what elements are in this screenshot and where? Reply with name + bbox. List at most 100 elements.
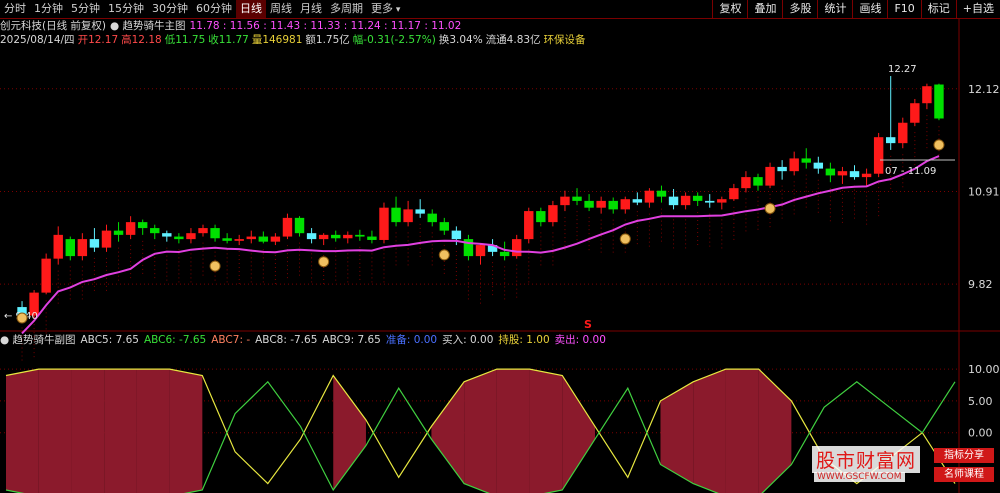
candle-body-28: [355, 234, 365, 237]
abc5-value: ABC5: 7.65: [80, 334, 139, 346]
high-mark: 12.27: [888, 64, 917, 75]
candle-body-2: [41, 258, 51, 293]
osc-area-16: [529, 369, 563, 493]
candle-body-19: [246, 236, 256, 240]
candle-body-16: [210, 228, 220, 239]
candle-body-68: [837, 171, 848, 176]
candles: [17, 76, 944, 362]
abc6-value: ABC6: -7.65: [143, 334, 207, 346]
zhunbei-value: 准备: 0.00: [385, 334, 438, 346]
candle-body-49: [608, 200, 618, 210]
osc-area-4: [136, 369, 170, 493]
candle-body-45: [560, 196, 570, 206]
candle-body-52: [644, 190, 655, 203]
candle-body-43: [536, 211, 546, 223]
osc-area-20: [660, 381, 694, 484]
candle-body-71: [873, 137, 884, 174]
candle-body-61: [753, 177, 763, 186]
sell-value: 卖出: 0.00: [554, 334, 606, 346]
abc7-value: ABC7: -: [211, 334, 251, 346]
candle-body-54: [668, 196, 679, 206]
osc-area-23: [758, 369, 792, 493]
price-tick-0: 12.12: [968, 83, 1000, 96]
teacher-course-badge[interactable]: 名师课程: [934, 467, 994, 482]
candle-body-62: [765, 166, 775, 186]
candle-body-3: [53, 234, 63, 259]
osc-tick-2: 0.00: [968, 427, 993, 440]
candle-body-31: [391, 207, 401, 223]
money-bag-icon-4: [619, 233, 631, 245]
sub-indicator-title[interactable]: ● 趋势骑牛副图: [0, 333, 76, 347]
candle-body-26: [331, 234, 341, 239]
price-tick-2: 9.82: [968, 278, 993, 291]
indicator-share-badge[interactable]: 指标分享: [934, 448, 994, 463]
candle-body-67: [825, 168, 836, 176]
candle-body-30: [379, 207, 389, 240]
money-bag-icon-3: [438, 249, 450, 261]
candle-body-20: [258, 236, 269, 242]
candle-body-38: [475, 245, 486, 257]
candle-body-50: [620, 199, 630, 210]
candle-body-75: [922, 86, 932, 104]
candle-body-41: [511, 239, 522, 257]
osc-area-14: [464, 369, 497, 493]
candle-body-48: [596, 200, 606, 208]
candle-body-32: [403, 209, 413, 223]
candle-body-18: [234, 239, 244, 241]
money-bag-icon-5: [764, 202, 776, 214]
osc-area-13: [431, 381, 465, 484]
money-bag-icon-2: [318, 256, 330, 268]
candle-body-73: [898, 122, 908, 144]
candle-body-36: [451, 230, 462, 240]
candle-body-4: [65, 239, 75, 257]
osc-tick-0: 10.00: [968, 363, 1000, 376]
candle-body-24: [306, 233, 317, 240]
candle-body-12: [162, 233, 172, 237]
osc-area-3: [104, 369, 137, 493]
candle-body-6: [89, 239, 100, 248]
candle-body-42: [524, 211, 534, 240]
buy-value: 买入: 0.00: [442, 334, 494, 346]
osc-area-17: [562, 375, 596, 490]
money-bag-icon-1: [209, 260, 221, 272]
watermark-title: 股市财富网: [812, 446, 921, 473]
money-bag-icon-6: [933, 139, 945, 151]
s-mark: S: [584, 318, 592, 331]
ma-path: [21, 155, 940, 335]
candle-body-35: [439, 222, 450, 231]
candle-body-66: [813, 162, 824, 169]
chart-marks: 12.27← 9.4007 - 11.09S: [4, 64, 955, 331]
candle-body-76: [934, 84, 944, 119]
ma-mark: 07 - 11.09: [885, 166, 936, 177]
candle-body-55: [680, 195, 691, 206]
kline-chart[interactable]: 12.27← 9.4007 - 11.09S 12.1210.919.8210.…: [0, 0, 1000, 493]
candle-body-56: [692, 195, 703, 201]
candle-body-63: [777, 166, 787, 172]
candle-body-64: [789, 158, 799, 172]
osc-area-15: [496, 369, 530, 493]
candle-body-57: [705, 200, 715, 203]
candle-body-17: [222, 238, 232, 241]
candle-body-14: [186, 233, 196, 240]
candle-body-60: [741, 177, 751, 189]
candle-body-44: [548, 205, 558, 223]
hold-value: 持股: 1.00: [498, 334, 550, 346]
watermark: 股市财富网 WWW.GSCFW.COM 指标分享 名师课程: [812, 446, 998, 490]
candle-body-5: [77, 239, 88, 257]
candle-body-8: [113, 230, 124, 235]
candle-body-47: [584, 200, 594, 208]
abc8-value: ABC8: -7.65: [255, 334, 318, 346]
osc-area-5: [169, 369, 203, 493]
candle-body-65: [801, 158, 811, 163]
candle-body-21: [270, 236, 281, 242]
candle-body-7: [101, 230, 112, 248]
candle-body-53: [656, 190, 667, 197]
candle-body-29: [367, 236, 377, 240]
candle-body-25: [318, 234, 329, 240]
candle-body-27: [343, 234, 353, 239]
osc-area-1: [38, 369, 72, 493]
candle-body-59: [729, 188, 739, 200]
candle-body-33: [415, 209, 425, 214]
osc-area-21: [693, 369, 726, 493]
candle-body-46: [572, 196, 582, 201]
